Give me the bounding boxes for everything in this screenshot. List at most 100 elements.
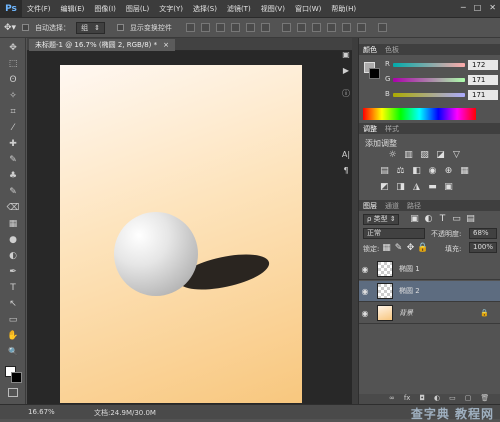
add-mask-icon[interactable]: ◘ xyxy=(419,394,425,404)
fill-input[interactable]: 100% xyxy=(469,242,497,253)
posterize-icon[interactable]: ◨ xyxy=(395,182,406,192)
filter-adjustment-icon[interactable]: ◐ xyxy=(423,214,434,224)
channel-b-input[interactable]: 171 xyxy=(468,90,498,100)
lock-position-icon[interactable]: ✥ xyxy=(405,243,416,253)
layer-style-icon[interactable]: fx xyxy=(404,394,411,404)
color-balance-icon[interactable]: ⚖ xyxy=(395,166,406,176)
history-panel-icon[interactable]: ▣ xyxy=(340,50,352,60)
link-layers-icon[interactable]: ∞ xyxy=(389,394,395,404)
align-middle-button[interactable] xyxy=(200,23,210,32)
layer-row-background[interactable]: ◉ 背景 🔒 xyxy=(359,303,500,324)
path-select-tool-icon[interactable]: ↖ xyxy=(6,298,20,310)
dodge-tool-icon[interactable]: ◐ xyxy=(6,250,20,262)
layer-row-ellipse-2[interactable]: ◉ 椭圆 2 xyxy=(359,281,500,302)
info-panel-icon[interactable]: ⓘ xyxy=(340,88,352,98)
threshold-icon[interactable]: ◮ xyxy=(411,182,422,192)
distribute-top-button[interactable] xyxy=(281,23,291,32)
opacity-input[interactable]: 68% xyxy=(469,228,497,239)
brightness-icon[interactable]: ☼ xyxy=(387,150,398,160)
channel-mixer-icon[interactable]: ⊕ xyxy=(443,166,454,176)
document-tab[interactable]: 未标题-1 @ 16.7% (椭圆 2, RGB/8) * × xyxy=(29,39,175,51)
eyedropper-tool-icon[interactable]: ⁄ xyxy=(6,122,20,134)
crop-tool-icon[interactable]: ⌗ xyxy=(6,106,20,118)
document-size[interactable]: 文档:24.9M/30.0M xyxy=(94,408,156,418)
menu-view[interactable]: 视图(V) xyxy=(256,4,290,14)
new-group-icon[interactable]: ▭ xyxy=(449,394,456,404)
photo-filter-icon[interactable]: ◉ xyxy=(427,166,438,176)
filter-shape-icon[interactable]: ▭ xyxy=(451,214,462,224)
layer-name[interactable]: 椭圆 2 xyxy=(399,286,420,296)
distribute-center-button[interactable] xyxy=(341,23,351,32)
align-top-button[interactable] xyxy=(185,23,195,32)
menu-edit[interactable]: 编辑(E) xyxy=(56,4,90,14)
brush-tool-icon[interactable]: ✎ xyxy=(6,154,20,166)
shape-tool-icon[interactable]: ▭ xyxy=(6,314,20,326)
distribute-middle-button[interactable] xyxy=(296,23,306,32)
filter-smart-icon[interactable]: ▤ xyxy=(465,214,476,224)
layer-row-ellipse-1[interactable]: ◉ 椭圆 1 xyxy=(359,259,500,280)
align-bottom-button[interactable] xyxy=(215,23,225,32)
selective-color-icon[interactable]: ▣ xyxy=(443,182,454,192)
stamp-tool-icon[interactable]: ♣ xyxy=(6,170,20,182)
black-white-icon[interactable]: ◧ xyxy=(411,166,422,176)
menu-layer[interactable]: 图层(L) xyxy=(121,4,154,14)
close-window-button[interactable]: ✕ xyxy=(489,3,496,12)
vibrance-icon[interactable]: ▽ xyxy=(451,150,462,160)
show-transform-checkbox[interactable] xyxy=(116,24,124,31)
tab-color[interactable]: 颜色 xyxy=(363,45,377,55)
tab-adjustments[interactable]: 调整 xyxy=(363,124,377,134)
channel-g-slider[interactable] xyxy=(393,78,465,82)
new-adjustment-icon[interactable]: ◐ xyxy=(434,394,440,404)
align-left-button[interactable] xyxy=(230,23,240,32)
auto-select-dropdown[interactable]: 组 ⇕ xyxy=(76,21,105,34)
history-brush-tool-icon[interactable]: ✎ xyxy=(6,186,20,198)
new-layer-icon[interactable]: ▢ xyxy=(465,394,472,404)
eye-icon[interactable]: ◉ xyxy=(359,287,371,296)
lasso-tool-icon[interactable]: ʘ xyxy=(6,74,20,86)
menu-select[interactable]: 选择(S) xyxy=(188,4,222,14)
healing-tool-icon[interactable]: ✚ xyxy=(6,138,20,150)
hue-saturation-icon[interactable]: ▤ xyxy=(379,166,390,176)
tab-channels[interactable]: 通道 xyxy=(385,201,399,211)
hand-tool-icon[interactable]: ✋ xyxy=(6,330,20,342)
blur-tool-icon[interactable]: ● xyxy=(6,234,20,246)
color-spectrum[interactable] xyxy=(363,108,476,120)
channel-g-input[interactable]: 171 xyxy=(468,75,498,85)
align-right-button[interactable] xyxy=(260,23,270,32)
exposure-icon[interactable]: ◪ xyxy=(435,150,446,160)
levels-icon[interactable]: ▥ xyxy=(403,150,414,160)
menu-file[interactable]: 文件(F) xyxy=(22,4,56,14)
maximize-button[interactable]: □ xyxy=(474,3,482,12)
gradient-tool-icon[interactable]: ▦ xyxy=(6,218,20,230)
eye-icon[interactable]: ◉ xyxy=(359,265,371,274)
menu-type[interactable]: 文字(Y) xyxy=(154,4,188,14)
tab-paths[interactable]: 路径 xyxy=(407,201,421,211)
delete-layer-icon[interactable]: 🗑 xyxy=(480,394,489,404)
menu-window[interactable]: 窗口(W) xyxy=(290,4,326,14)
layer-filter-dropdown[interactable]: ρ 类型 ⇕ xyxy=(363,214,399,225)
lock-all-icon[interactable]: 🔒 xyxy=(417,243,428,253)
menu-help[interactable]: 帮助(H) xyxy=(326,4,361,14)
gradient-map-icon[interactable]: ▬ xyxy=(427,182,438,192)
align-center-button[interactable] xyxy=(245,23,255,32)
bg-color-preview[interactable] xyxy=(369,68,380,79)
curves-icon[interactable]: ▨ xyxy=(419,150,430,160)
layer-name[interactable]: 背景 xyxy=(399,308,413,318)
tab-layers[interactable]: 图层 xyxy=(363,201,377,211)
background-color-swatch[interactable] xyxy=(11,372,22,383)
auto-align-button[interactable] xyxy=(377,23,387,32)
move-tool-preset-icon[interactable]: ✥▾ xyxy=(4,23,16,33)
menu-filter[interactable]: 滤镜(T) xyxy=(222,4,256,14)
actions-panel-icon[interactable]: ▶ xyxy=(340,66,352,76)
type-tool-icon[interactable]: T xyxy=(6,282,20,294)
marquee-tool-icon[interactable]: ⬚ xyxy=(6,58,20,70)
layer-name[interactable]: 椭圆 1 xyxy=(399,264,420,274)
tab-styles[interactable]: 样式 xyxy=(385,124,399,134)
close-tab-icon[interactable]: × xyxy=(163,41,169,49)
invert-icon[interactable]: ◩ xyxy=(379,182,390,192)
quick-mask-icon[interactable] xyxy=(8,388,18,397)
menu-image[interactable]: 图像(I) xyxy=(89,4,121,14)
move-tool-icon[interactable]: ✥ xyxy=(6,42,20,54)
color-lookup-icon[interactable]: ▦ xyxy=(459,166,470,176)
filter-pixel-icon[interactable]: ▣ xyxy=(409,214,420,224)
